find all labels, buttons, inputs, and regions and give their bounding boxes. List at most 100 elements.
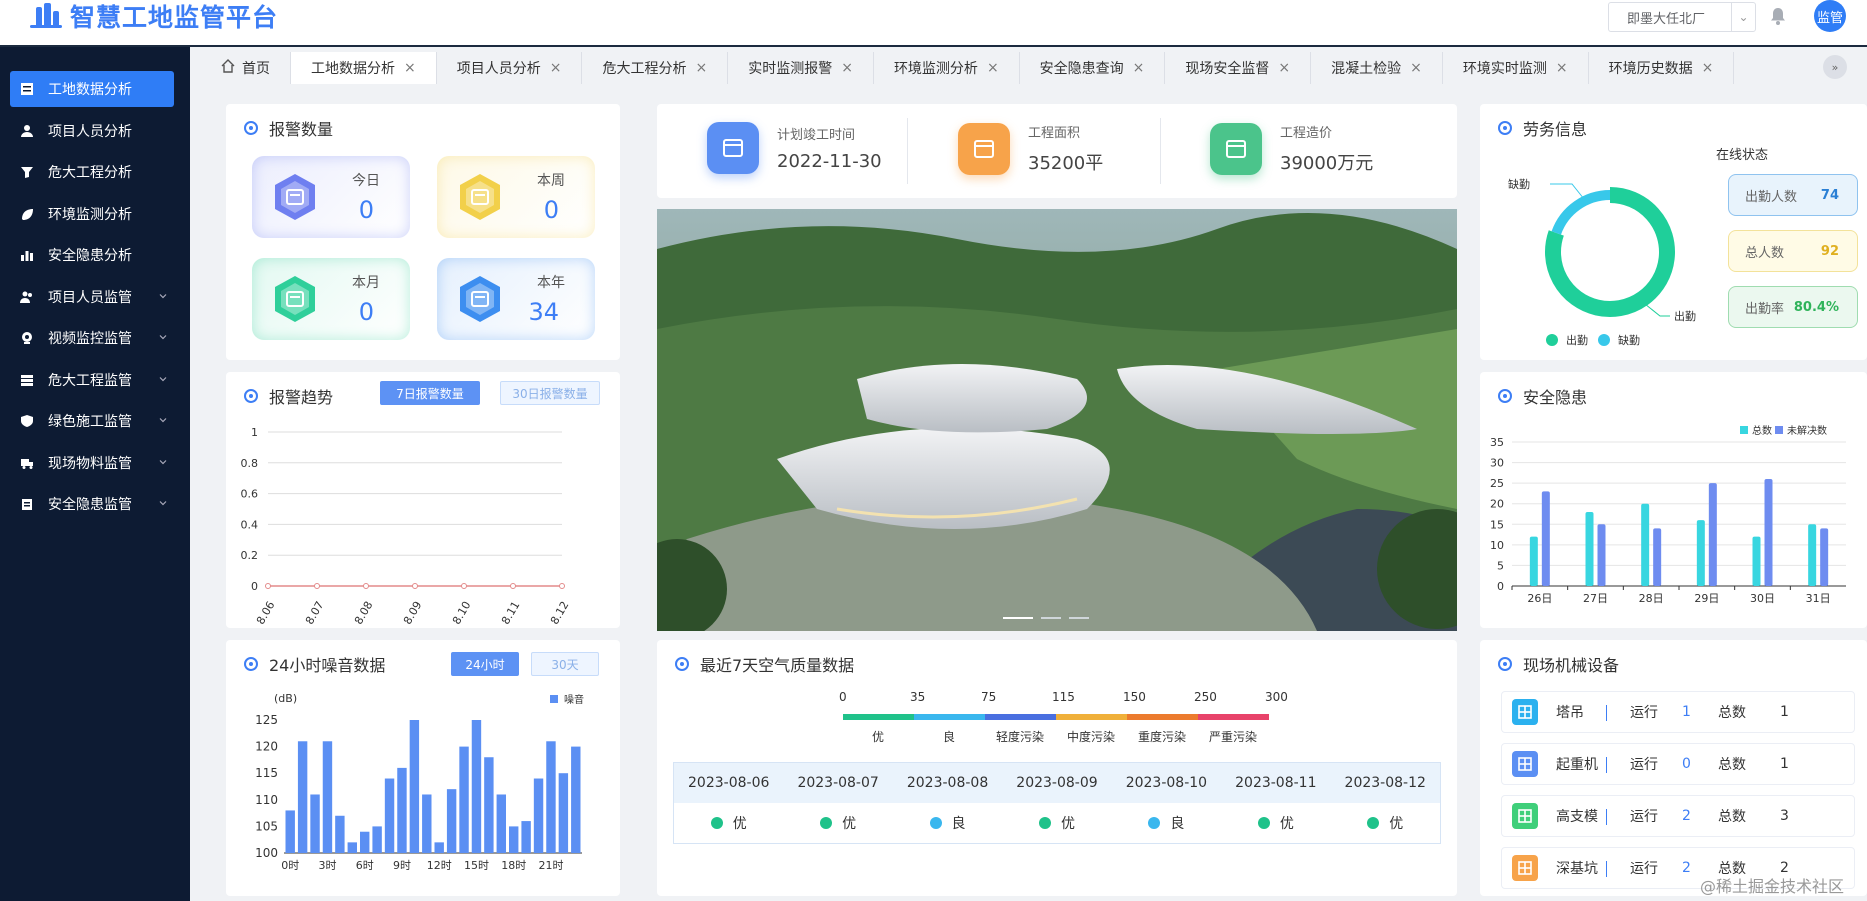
project-info-item-0: 计划竣工时间 2022-11-30: [707, 122, 882, 174]
sidebar-item-4[interactable]: 安全隐患分析: [10, 237, 174, 273]
sidebar-item-6[interactable]: 视频监控监管: [10, 320, 174, 356]
sidebar-item-1[interactable]: 项目人员分析: [10, 113, 174, 149]
legend-swatch: [1598, 334, 1610, 346]
bell-icon[interactable]: [1768, 6, 1788, 26]
tab-1[interactable]: 工地数据分析 ×: [291, 52, 437, 84]
tab-2[interactable]: 项目人员分析 ×: [436, 52, 583, 84]
avatar[interactable]: 监管: [1814, 0, 1846, 32]
tower-crane-icon: [1512, 699, 1538, 725]
noise-bar: [310, 794, 320, 853]
air-quality-title: 最近7天空气质量数据: [700, 656, 855, 675]
y-tick-label: 0.4: [241, 518, 259, 531]
area-icon: [958, 122, 1010, 175]
machine-row-0[interactable]: 塔吊 运行 1 总数 1: [1501, 691, 1855, 733]
sidebar-item-label: 视频监控监管: [48, 331, 132, 347]
sidebar-item-9[interactable]: 现场物料监管: [10, 445, 174, 481]
alarm-count-title: 报警数量: [269, 120, 334, 139]
sidebar-item-2[interactable]: 危大工程分析: [10, 154, 174, 190]
sidebar-item-label: 工地数据分析: [48, 82, 132, 98]
machine-run-label: 运行: [1630, 705, 1658, 721]
sidebar-item-7[interactable]: 危大工程监管: [10, 362, 174, 398]
machine-run-value: 0: [1682, 756, 1691, 772]
noise-bar: [546, 741, 556, 853]
air-quality-dot: [820, 817, 833, 829]
sidebar-item-8[interactable]: 绿色施工监管: [10, 403, 174, 439]
sidebar-item-10[interactable]: 安全隐患监管: [10, 486, 174, 522]
machine-row-2[interactable]: 高支模 运行 2 总数 3: [1501, 795, 1855, 837]
calendar-icon: [707, 122, 759, 174]
alarm-period-label: 本年: [537, 275, 565, 291]
chevron-down-icon: ⌄: [1731, 3, 1755, 31]
alarm-trend-card: 报警趋势 7日报警数量 30日报警数量 0 0.2 0.4 0.6 0.8 1 8.06 8.…: [226, 372, 620, 628]
tab-8[interactable]: 混凝土检验 ×: [1311, 52, 1443, 84]
machine-row-1[interactable]: 起重机 运行 0 总数 1: [1501, 743, 1855, 785]
tab-6[interactable]: 安全隐患查询 ×: [1019, 52, 1166, 84]
tab-3[interactable]: 危大工程分析 ×: [582, 52, 729, 84]
noise-bar: [571, 746, 581, 853]
close-icon[interactable]: ×: [1556, 60, 1568, 76]
x-tick-label: 28日: [1639, 592, 1664, 605]
camera-icon: [20, 331, 34, 345]
hazard-bar: [1808, 524, 1817, 586]
air-quality-date: 2023-08-12: [1344, 775, 1426, 791]
alarm-count-value: 0: [358, 298, 374, 326]
air-quality-dot: [1148, 817, 1161, 829]
app-title: 智慧工地监管平台: [70, 3, 279, 32]
close-icon[interactable]: ×: [404, 60, 416, 76]
sidebar-item-label: 安全隐患分析: [48, 248, 132, 264]
aqi-level-label: 中度污染: [1066, 730, 1115, 744]
aqi-level-label: 优: [871, 730, 884, 744]
tab-7[interactable]: 现场安全监督 ×: [1165, 52, 1312, 84]
tab-10[interactable]: 环境历史数据 ×: [1588, 52, 1735, 84]
close-icon[interactable]: ×: [1702, 60, 1714, 76]
sidebar: 工地数据分析项目人员分析 危大工程分析环境监测分析 安全隐患分析项目人员监管视频监控…: [0, 47, 190, 901]
tab-4[interactable]: 实时监测报警 ×: [728, 52, 874, 84]
tab-0[interactable]: 首页: [200, 52, 291, 84]
noise-bar: [521, 821, 531, 853]
noise-bar: [558, 773, 569, 853]
air-quality-dot: [929, 817, 942, 829]
chevron-down-icon: [158, 457, 168, 467]
tab-5[interactable]: 环境监测分析 ×: [873, 52, 1020, 84]
y-tick-label: 0: [251, 580, 258, 593]
close-icon[interactable]: ×: [1278, 60, 1290, 76]
aqi-scale-number: 35: [910, 690, 926, 704]
close-icon[interactable]: ×: [987, 60, 999, 76]
crane-icon: [1512, 751, 1538, 777]
noise-bar: [509, 826, 519, 853]
aqi-scale-bar: [914, 714, 985, 720]
hazard-card: 安全隐患 总数 未解决数 0 5 10 15 20 25 30 35 26日 27日 28日 29日 30日…: [1480, 372, 1867, 628]
tab-label: 环境监测分析: [893, 61, 978, 77]
x-tick-label: 26日: [1527, 592, 1552, 605]
x-tick-label: 8.10: [450, 599, 474, 627]
close-icon[interactable]: ×: [1133, 60, 1145, 76]
chevron-down-icon: [158, 498, 168, 508]
machine-total-value: 1: [1780, 756, 1789, 772]
tab-label: 混凝土检验: [1331, 61, 1402, 77]
close-icon[interactable]: ×: [1410, 60, 1422, 76]
sidebar-item-label: 环境监测分析: [48, 206, 132, 223]
y-tick-label: 125: [255, 713, 278, 727]
hazard-bar: [1597, 524, 1606, 586]
machine-run-label: 运行: [1630, 809, 1658, 825]
sidebar-item-5[interactable]: 项目人员监管: [10, 279, 174, 315]
close-icon[interactable]: ×: [695, 60, 707, 76]
chevron-down-icon: [158, 415, 168, 425]
hazard-bar: [1764, 479, 1773, 586]
machine-run-label: 运行: [1630, 757, 1658, 773]
noise-bar: [384, 778, 395, 853]
sidebar-item-label: 危大工程监管: [48, 372, 132, 389]
sidebar-item-3[interactable]: 环境监测分析: [10, 196, 174, 232]
sidebar-item-0[interactable]: 工地数据分析: [10, 71, 174, 107]
noise-bar: [459, 746, 469, 853]
site-select[interactable]: 即墨大任北厂 ⌄: [1608, 2, 1756, 32]
aqi-scale-bar: [843, 714, 914, 720]
present-callout: 出勤: [1674, 309, 1696, 323]
tab-scroll-right-button[interactable]: »: [1823, 55, 1847, 79]
y-tick-label: 0: [1497, 580, 1504, 593]
x-tick-label: 31日: [1806, 592, 1831, 605]
tab-9[interactable]: 环境实时监测 ×: [1442, 52, 1589, 84]
y-tick-label: 20: [1490, 498, 1504, 511]
close-icon[interactable]: ×: [841, 60, 853, 76]
close-icon[interactable]: ×: [550, 60, 562, 76]
